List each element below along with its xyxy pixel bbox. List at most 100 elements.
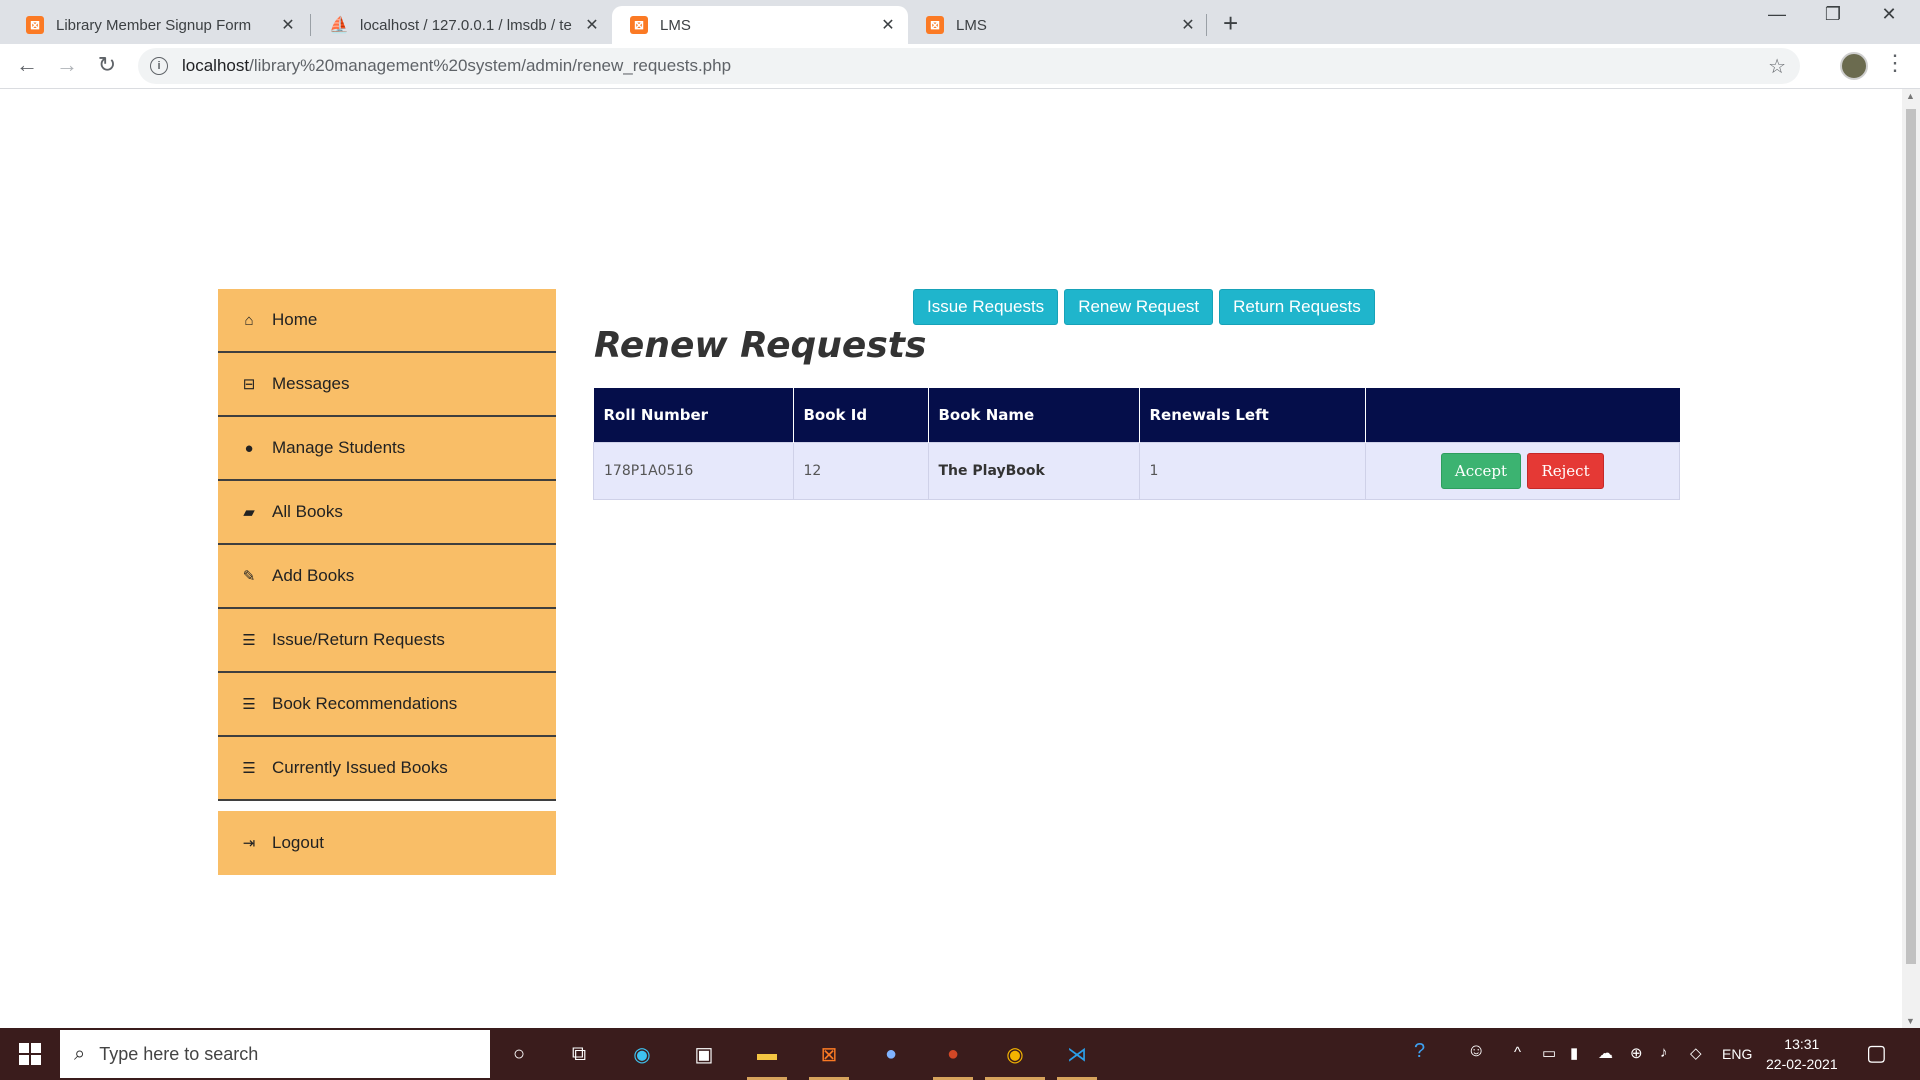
page-scrollbar[interactable]: ▲ ▼ — [1902, 89, 1920, 1028]
reload-icon[interactable]: ↻ — [92, 52, 122, 78]
notification-icon[interactable]: ▢ — [1866, 1040, 1887, 1066]
chrome-icon[interactable]: ◉ — [997, 1036, 1033, 1072]
sidebar-item-currently-issued-books[interactable]: ☰ Currently Issued Books — [218, 737, 556, 801]
sidebar-item-add-books[interactable]: ✎ Add Books — [218, 545, 556, 609]
close-icon[interactable]: ✕ — [278, 15, 298, 35]
admin-sidebar: ⌂ Home ⊟ Messages ● Manage Students ▰ Al… — [218, 289, 556, 875]
file-explorer-icon[interactable]: ▬ — [749, 1036, 785, 1072]
renew-requests-table: Roll Number Book Id Book Name Renewals L… — [593, 388, 1680, 500]
people-icon[interactable]: ☺ — [1467, 1040, 1485, 1061]
more-menu-icon[interactable]: ⋮ — [1884, 50, 1906, 76]
renew-request-button[interactable]: Renew Request — [1064, 289, 1214, 325]
tab-title: Library Member Signup Form — [56, 16, 252, 34]
minimize-icon[interactable]: — — [1754, 4, 1800, 25]
cell-book-id: 12 — [792, 442, 929, 500]
sidebar-item-label: All Books — [272, 502, 343, 521]
bookmark-star-icon[interactable]: ☆ — [1768, 54, 1786, 79]
accept-button[interactable]: Accept — [1440, 453, 1522, 489]
network-icon[interactable]: ⊕ — [1630, 1044, 1643, 1062]
sidebar-item-book-recommendations[interactable]: ☰ Book Recommendations — [218, 673, 556, 737]
xampp-icon: ⊠ — [26, 16, 44, 34]
close-icon[interactable]: ✕ — [1178, 15, 1198, 35]
scrollbar-thumb[interactable] — [1906, 109, 1916, 964]
column-header-book-name: Book Name — [928, 388, 1140, 443]
url-text: localhost/library%20management%20system/… — [182, 56, 731, 76]
forward-icon[interactable]: → — [52, 52, 82, 78]
edge-icon[interactable]: ◉ — [624, 1036, 660, 1072]
list-icon: ☰ — [242, 760, 256, 777]
tab-title: localhost / 127.0.0.1 / lmsdb / te — [360, 16, 572, 34]
table-header-row: Roll Number Book Id Book Name Renewals L… — [593, 388, 1680, 443]
back-icon[interactable]: ← — [12, 52, 42, 78]
sidebar-item-all-books[interactable]: ▰ All Books — [218, 481, 556, 545]
xampp-icon[interactable]: ⊠ — [811, 1036, 847, 1072]
tab-lms[interactable]: ⊠ LMS ✕ — [908, 6, 1208, 44]
inbox-icon: ⊟ — [242, 376, 256, 393]
word-icon[interactable]: ● — [873, 1036, 909, 1072]
tab-separator — [310, 14, 311, 36]
tab-library-signup[interactable]: ⊠ Library Member Signup Form ✕ — [8, 6, 308, 44]
cell-roll-number: 178P1A0516 — [593, 442, 794, 500]
sidebar-item-label: Logout — [272, 833, 324, 852]
tab-phpmyadmin[interactable]: ⛵ localhost / 127.0.0.1 / lmsdb / te ✕ — [312, 6, 612, 44]
meet-icon[interactable]: ▭ — [1542, 1044, 1556, 1062]
windows-logo-icon — [19, 1043, 41, 1065]
url-host: localhost — [182, 56, 250, 75]
close-icon[interactable]: ✕ — [878, 15, 898, 35]
restore-icon[interactable]: ❐ — [1810, 4, 1856, 25]
issue-requests-button[interactable]: Issue Requests — [913, 289, 1059, 325]
chevron-up-icon[interactable]: ^ — [1514, 1044, 1521, 1061]
taskbar-search-box[interactable]: ⌕ Type here to search — [60, 1030, 490, 1078]
start-button[interactable] — [0, 1028, 60, 1080]
return-requests-button[interactable]: Return Requests — [1219, 289, 1375, 325]
tab-title: LMS — [956, 16, 987, 34]
profile-avatar[interactable] — [1840, 52, 1868, 80]
cortana-icon[interactable]: ○ — [501, 1036, 537, 1072]
sidebar-item-issue-return-requests[interactable]: ☰ Issue/Return Requests — [218, 609, 556, 673]
sidebar-item-logout[interactable]: ⇥ Logout — [218, 811, 556, 875]
sidebar-item-label: Manage Students — [272, 438, 406, 457]
volume-icon[interactable]: ♪ — [1660, 1044, 1668, 1061]
cloud-icon[interactable]: ☁ — [1598, 1044, 1613, 1062]
url-path: /library%20management%20system/admin/ren… — [249, 56, 732, 75]
battery-icon[interactable]: ▮ — [1570, 1044, 1578, 1062]
clock-date: 22-02-2021 — [1766, 1056, 1838, 1072]
windows-taskbar: ⌕ Type here to search ○ ⧉ ◉ ▣ ▬ ⊠ ● ● ◉ … — [0, 1028, 1920, 1080]
sidebar-item-label: Book Recommendations — [272, 694, 458, 713]
powerpoint-icon[interactable]: ● — [935, 1036, 971, 1072]
help-icon[interactable]: ? — [1414, 1040, 1425, 1063]
book-icon: ▰ — [243, 504, 255, 521]
store-icon[interactable]: ▣ — [686, 1036, 722, 1072]
sign-out-icon: ⇥ — [242, 835, 256, 852]
scroll-down-icon[interactable]: ▼ — [1906, 1016, 1915, 1026]
new-tab-icon[interactable]: + — [1223, 8, 1238, 39]
close-window-icon[interactable]: ✕ — [1866, 4, 1912, 25]
tab-strip: ⊠ Library Member Signup Form ✕ ⛵ localho… — [0, 0, 1920, 44]
sidebar-item-label: Issue/Return Requests — [272, 630, 445, 649]
xampp-icon: ⊠ — [926, 16, 944, 34]
column-header-book-id: Book Id — [793, 388, 929, 443]
sidebar-item-home[interactable]: ⌂ Home — [218, 289, 556, 353]
user-icon: ● — [244, 439, 254, 457]
home-icon: ⌂ — [244, 311, 254, 329]
address-bar[interactable]: i localhost/library%20management%20syste… — [138, 48, 1800, 84]
sidebar-item-manage-students[interactable]: ● Manage Students — [218, 417, 556, 481]
taskbar-clock[interactable]: 13:31 22-02-2021 — [1766, 1034, 1838, 1074]
sidebar-item-label: Home — [272, 310, 318, 329]
reject-button[interactable]: Reject — [1527, 453, 1604, 489]
sidebar-item-messages[interactable]: ⊟ Messages — [218, 353, 556, 417]
scroll-up-icon[interactable]: ▲ — [1906, 91, 1915, 101]
dropbox-icon[interactable]: ◇ — [1690, 1044, 1702, 1062]
close-icon[interactable]: ✕ — [582, 15, 602, 35]
language-indicator[interactable]: ENG — [1722, 1046, 1752, 1062]
tab-lms-active[interactable]: ⊠ LMS ✕ — [612, 6, 908, 44]
info-icon[interactable]: i — [150, 57, 168, 75]
column-header-renewals-left: Renewals Left — [1139, 388, 1366, 443]
cell-renewals-left: 1 — [1138, 442, 1366, 500]
table-row: 178P1A0516 12 The PlayBook 1 Accept Reje… — [593, 442, 1680, 500]
sidebar-item-label: Currently Issued Books — [272, 758, 448, 777]
column-header-actions — [1365, 388, 1680, 443]
task-view-icon[interactable]: ⧉ — [561, 1036, 597, 1072]
sidebar-item-label: Add Books — [272, 566, 355, 585]
vscode-icon[interactable]: ⋊ — [1059, 1036, 1095, 1072]
